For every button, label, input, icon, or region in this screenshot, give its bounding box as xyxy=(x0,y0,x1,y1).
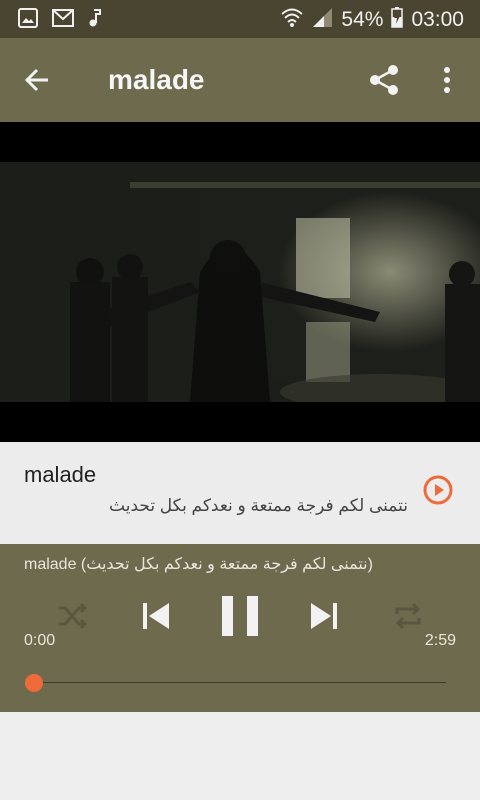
play-circle-icon[interactable] xyxy=(422,474,454,506)
page-title: malade xyxy=(108,64,205,95)
song-description: نتمنى لكم فرجة ممتعة و نعدكم بكل تحديث xyxy=(109,496,408,515)
elapsed-time: 0:00 xyxy=(24,632,56,649)
wifi-icon xyxy=(281,6,304,34)
more-vert-icon[interactable] xyxy=(436,62,458,98)
next-icon[interactable] xyxy=(308,600,340,637)
battery-label: 54% xyxy=(341,8,384,31)
song-card[interactable]: malade نتمنى لكم فرجة ممتعة و نعدكم بكل … xyxy=(0,442,480,544)
previous-icon[interactable] xyxy=(140,600,172,637)
empty-area xyxy=(0,712,480,800)
video-frame xyxy=(0,162,480,402)
seek-bar-track[interactable] xyxy=(34,682,446,683)
total-duration: 2:59 xyxy=(424,632,456,649)
toolbar: malade xyxy=(0,38,480,122)
back-arrow-icon[interactable] xyxy=(20,62,56,98)
signal-icon xyxy=(311,6,333,34)
now-playing-title: malade (نتمنى لكم فرجة ممتعة و نعدكم بكل… xyxy=(24,556,373,573)
shuffle-icon[interactable] xyxy=(56,600,88,637)
music-player-panel: malade (نتمنى لكم فرجة ممتعة و نعدكم بكل… xyxy=(0,544,480,712)
share-icon[interactable] xyxy=(366,62,402,98)
pause-icon[interactable] xyxy=(220,594,260,643)
song-title: malade xyxy=(24,462,97,487)
battery-charging-icon xyxy=(391,6,404,34)
clock: 03:00 xyxy=(411,8,464,31)
status-bar: 54% 03:00 xyxy=(0,0,480,38)
video-player[interactable] xyxy=(0,122,480,442)
mail-icon xyxy=(52,9,74,32)
seek-bar-thumb[interactable] xyxy=(25,674,43,692)
image-icon xyxy=(18,8,38,33)
music-icon xyxy=(88,8,102,33)
repeat-icon[interactable] xyxy=(392,600,424,637)
